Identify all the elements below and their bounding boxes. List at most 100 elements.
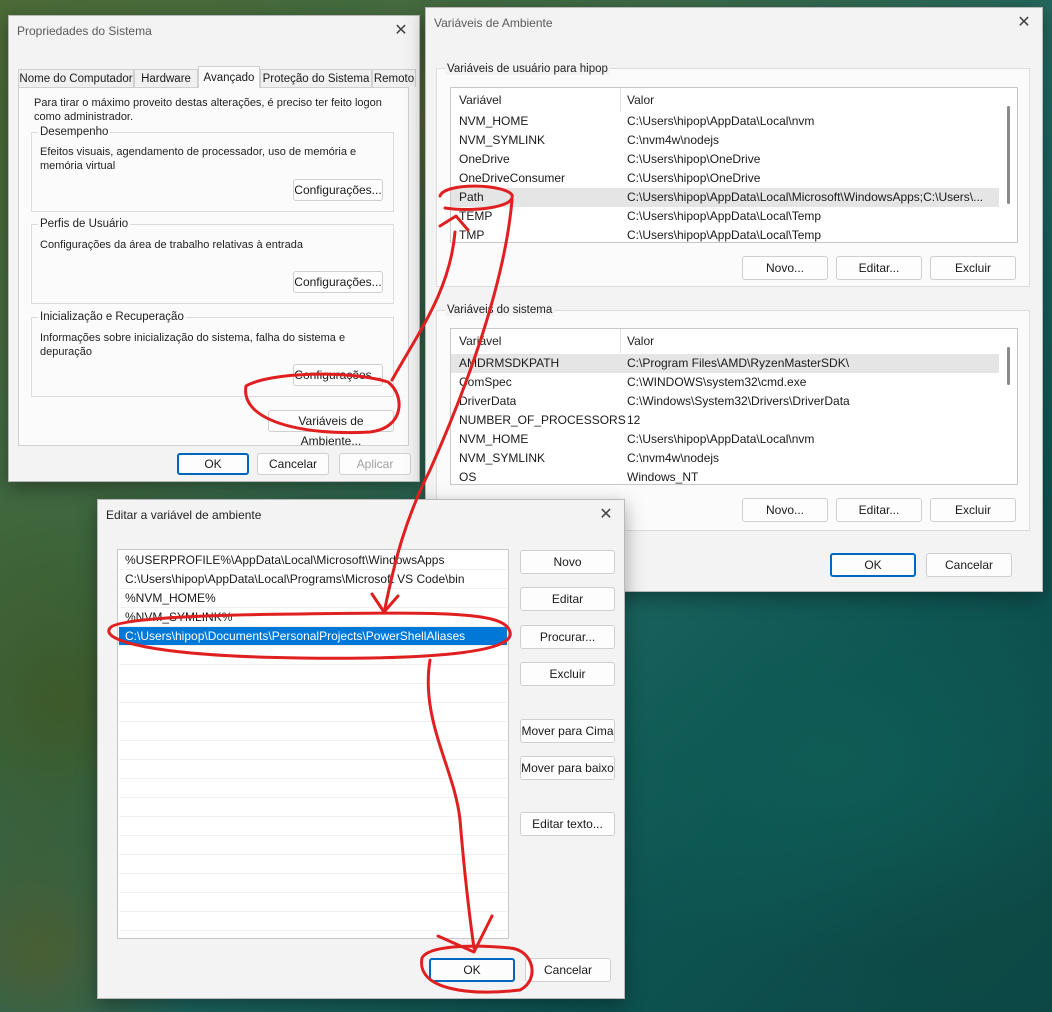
empty-entry[interactable] (119, 703, 507, 722)
column-divider[interactable] (620, 329, 621, 353)
user-var-row-selected[interactable]: Path C:\Users\hipop\AppData\Local\Microso… (451, 188, 999, 207)
cancel-button[interactable]: Cancelar (926, 553, 1012, 577)
path-entry[interactable]: C:\Users\hipop\AppData\Local\Programs\Mi… (119, 570, 507, 589)
path-entry[interactable]: %USERPROFILE%\AppData\Local\Microsoft\Wi… (119, 551, 507, 570)
cancel-button[interactable]: Cancelar (257, 453, 329, 475)
user-variables-list[interactable]: Variável Valor NVM_HOME C:\Users\hipop\Ap… (450, 87, 1018, 243)
cancel-button[interactable]: Cancelar (525, 958, 611, 982)
user-edit-button[interactable]: Editar... (836, 256, 922, 280)
column-header-variable[interactable]: Variável (459, 329, 501, 353)
window-title: Editar a variável de ambiente (106, 508, 262, 522)
empty-entry[interactable] (119, 912, 507, 931)
performance-settings-button[interactable]: Configurações... (293, 179, 383, 201)
user-var-row[interactable]: NVM_HOME C:\Users\hipop\AppData\Local\nvm (451, 112, 999, 131)
path-entry[interactable]: %NVM_HOME% (119, 589, 507, 608)
system-var-row[interactable]: NVM_HOME C:\Users\hipop\AppData\Local\nvm (451, 430, 999, 449)
system-variables-group-title: Variáveis do sistema (445, 304, 555, 316)
user-var-row[interactable]: OneDriveConsumer C:\Users\hipop\OneDrive (451, 169, 999, 188)
empty-entry[interactable] (119, 684, 507, 703)
system-var-row[interactable]: ComSpec C:\WINDOWS\system32\cmd.exe (451, 373, 999, 392)
var-value: C:\Users\hipop\AppData\Local\Microsoft\W… (627, 190, 984, 204)
var-name: NVM_SYMLINK (459, 133, 546, 147)
tab-remote[interactable]: Remoto (372, 69, 416, 87)
empty-entry[interactable] (119, 722, 507, 741)
var-value: C:\Users\hipop\AppData\Local\Temp (627, 209, 822, 223)
var-name: OS (459, 470, 477, 484)
tab-hardware[interactable]: Hardware (134, 69, 198, 87)
var-name: NVM_HOME (459, 114, 529, 128)
move-up-button[interactable]: Mover para Cima (520, 719, 615, 743)
tab-label: Remoto (373, 73, 415, 85)
move-down-button[interactable]: Mover para baixo (520, 756, 615, 780)
var-value: C:\nvm4w\nodejs (627, 133, 720, 147)
user-var-row[interactable]: TMP C:\Users\hipop\AppData\Local\Temp (451, 226, 999, 242)
new-entry-button[interactable]: Novo (520, 550, 615, 574)
ok-button[interactable]: OK (830, 553, 916, 577)
empty-entry[interactable] (119, 817, 507, 836)
var-value: C:\Users\hipop\AppData\Local\nvm (627, 432, 815, 446)
tab-system-protection[interactable]: Proteção do Sistema (260, 69, 372, 87)
admin-notice: Para tirar o máximo proveito destas alte… (34, 97, 382, 123)
system-var-row-selected[interactable]: AMDRMSDKPATH C:\Program Files\AMD\RyzenMa… (451, 354, 999, 373)
system-new-button[interactable]: Novo... (742, 498, 828, 522)
environment-variables-button[interactable]: Variáveis de Ambiente... (268, 410, 394, 448)
user-profiles-group-title: Perfis de Usuário (38, 218, 131, 230)
empty-entry[interactable] (119, 874, 507, 893)
user-profiles-settings-button[interactable]: Configurações... (293, 271, 383, 293)
system-delete-button[interactable]: Excluir (930, 498, 1016, 522)
empty-entry[interactable] (119, 855, 507, 874)
user-var-row[interactable]: TEMP C:\Users\hipop\AppData\Local\Temp (451, 207, 999, 226)
empty-entry[interactable] (119, 646, 507, 665)
path-entry[interactable]: %NVM_SYMLINK% (119, 608, 507, 627)
edit-variable-titlebar[interactable]: Editar a variável de ambiente ✕ (98, 500, 624, 530)
system-variables-list[interactable]: Variável Valor AMDRMSDKPATH C:\Program Fi… (450, 328, 1018, 485)
system-var-row[interactable]: NUMBER_OF_PROCESSORS 12 (451, 411, 999, 430)
var-name: ComSpec (459, 375, 512, 389)
vertical-scrollbar[interactable] (1007, 347, 1010, 385)
vertical-scrollbar[interactable] (1007, 106, 1010, 204)
system-properties-titlebar[interactable]: Propriedades do Sistema ✕ (9, 16, 419, 46)
empty-entry[interactable] (119, 741, 507, 760)
var-name: DriverData (459, 394, 517, 408)
ok-button[interactable]: OK (429, 958, 515, 982)
path-entry-selected[interactable]: C:\Users\hipop\Documents\PersonalProject… (119, 627, 507, 646)
column-header-variable[interactable]: Variável (459, 88, 501, 112)
system-edit-button[interactable]: Editar... (836, 498, 922, 522)
environment-variables-titlebar[interactable]: Variáveis de Ambiente ✕ (426, 8, 1042, 38)
empty-entry[interactable] (119, 760, 507, 779)
list-header: Variável Valor (451, 88, 999, 112)
browse-button[interactable]: Procurar... (520, 625, 615, 649)
user-delete-button[interactable]: Excluir (930, 256, 1016, 280)
delete-entry-button[interactable]: Excluir (520, 662, 615, 686)
tab-advanced[interactable]: Avançado (198, 66, 260, 88)
empty-entry[interactable] (119, 893, 507, 912)
empty-entry[interactable] (119, 798, 507, 817)
var-value: C:\Windows\System32\Drivers\DriverData (627, 394, 850, 408)
user-var-row[interactable]: NVM_SYMLINK C:\nvm4w\nodejs (451, 131, 999, 150)
edit-entry-button[interactable]: Editar (520, 587, 615, 611)
startup-recovery-settings-button[interactable]: Configurações... (293, 364, 383, 386)
empty-entry[interactable] (119, 665, 507, 684)
tab-label: Avançado (203, 72, 255, 84)
tab-computer-name[interactable]: Nome do Computador (18, 69, 134, 87)
user-new-button[interactable]: Novo... (742, 256, 828, 280)
column-header-value[interactable]: Valor (627, 329, 654, 353)
system-var-row[interactable]: OS Windows_NT (451, 468, 999, 484)
user-profiles-description: Configurações da área de trabalho relati… (40, 239, 303, 251)
system-var-row[interactable]: DriverData C:\Windows\System32\Drivers\Dr… (451, 392, 999, 411)
edit-text-button[interactable]: Editar texto... (520, 812, 615, 836)
empty-entry[interactable] (119, 779, 507, 798)
ok-button[interactable]: OK (177, 453, 249, 475)
close-icon[interactable]: ✕ (391, 16, 411, 46)
apply-button[interactable]: Aplicar (339, 453, 411, 475)
column-header-value[interactable]: Valor (627, 88, 654, 112)
empty-entry[interactable] (119, 836, 507, 855)
path-entries-list[interactable]: %USERPROFILE%\AppData\Local\Microsoft\Wi… (117, 549, 509, 939)
user-var-row[interactable]: OneDrive C:\Users\hipop\OneDrive (451, 150, 999, 169)
column-divider[interactable] (620, 88, 621, 112)
close-icon[interactable]: ✕ (1014, 8, 1034, 38)
var-name: NUMBER_OF_PROCESSORS (459, 413, 626, 427)
var-value: 12 (627, 413, 641, 427)
system-var-row[interactable]: NVM_SYMLINK C:\nvm4w\nodejs (451, 449, 999, 468)
close-icon[interactable]: ✕ (596, 500, 616, 530)
